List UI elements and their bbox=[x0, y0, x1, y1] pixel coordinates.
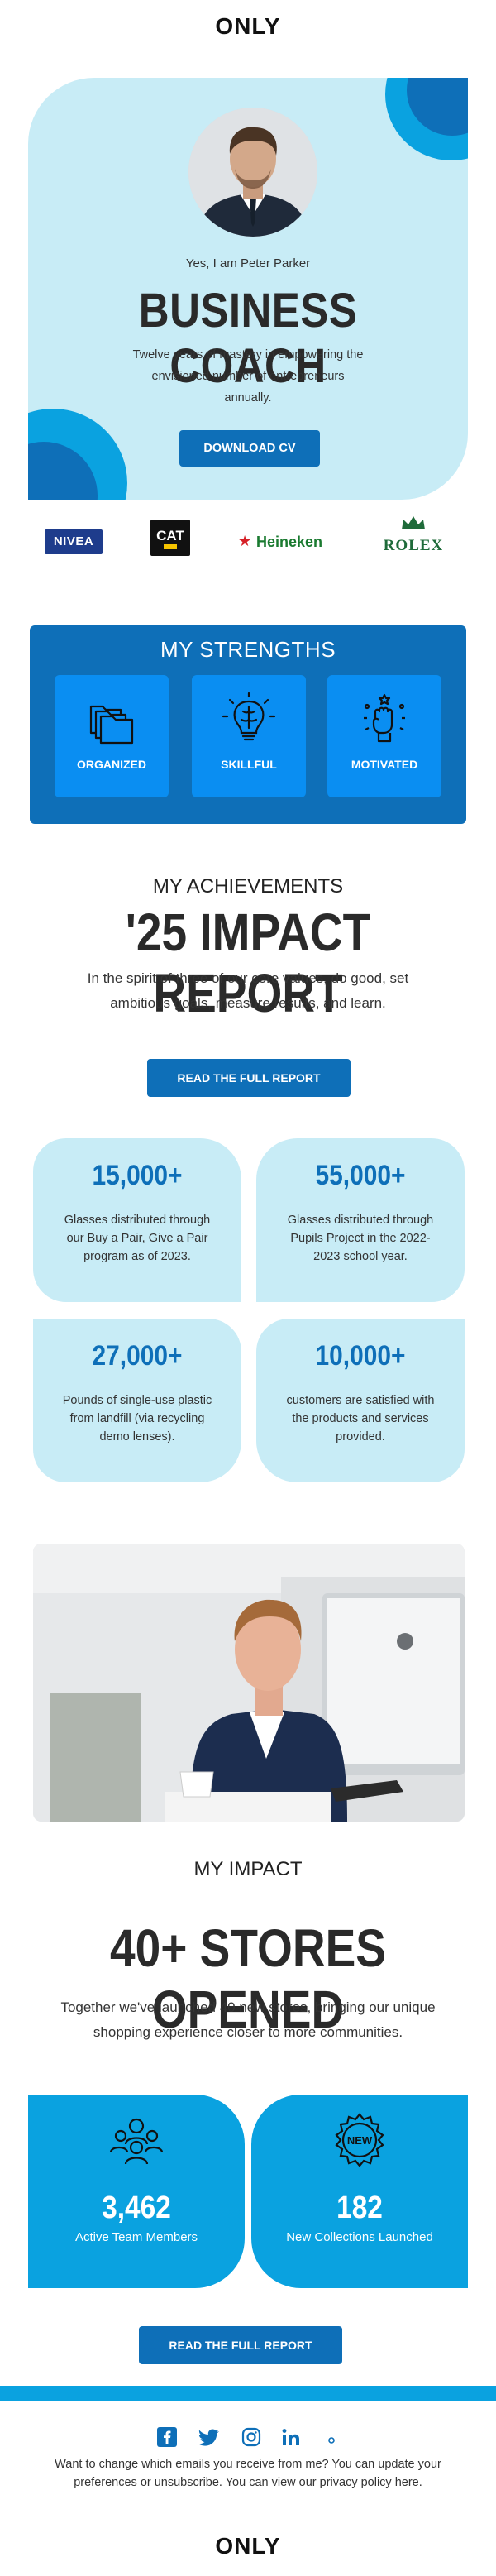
coach-desk-photo bbox=[33, 1544, 465, 1822]
strength-card-motivated: MOTIVATED bbox=[327, 675, 441, 797]
new-badge-icon: NEW bbox=[331, 2111, 389, 2169]
crown-icon bbox=[402, 516, 425, 529]
strength-card-organized: ORGANIZED bbox=[55, 675, 169, 797]
footer-preferences-text[interactable]: Want to change which emails you receive … bbox=[41, 2455, 455, 2492]
stat-card: 10,000+ customers are satisfied with the… bbox=[256, 1319, 465, 1482]
strength-label: SKILLFUL bbox=[221, 758, 277, 771]
rolex-logo: ROLEX bbox=[374, 515, 453, 558]
rolex-logo-text: ROLEX bbox=[383, 537, 444, 554]
cat-logo: CAT bbox=[150, 520, 190, 556]
stat-text: Pounds of single-use plastic from landfi… bbox=[62, 1394, 212, 1444]
download-cv-button[interactable]: DOWNLOAD CV bbox=[179, 430, 320, 467]
nivea-logo: NIVEA bbox=[45, 529, 103, 554]
read-report-button[interactable]: READ THE FULL REPORT bbox=[147, 1059, 351, 1097]
read-report-button-2[interactable]: READ THE FULL REPORT bbox=[139, 2326, 342, 2364]
stat-card: 15,000+ Glasses distributed through our … bbox=[33, 1138, 241, 1302]
stat-card: 27,000+ Pounds of single-use plastic fro… bbox=[33, 1319, 241, 1482]
stat-card: 55,000+ Glasses distributed through Pupi… bbox=[256, 1138, 465, 1302]
hero-intro: Yes, I am Peter Parker bbox=[185, 256, 311, 271]
impact-value: 182 bbox=[336, 2191, 383, 2225]
stat-value: 27,000+ bbox=[92, 1340, 183, 1372]
impact-subheading: MY IMPACT bbox=[193, 1858, 303, 1880]
strength-label: MOTIVATED bbox=[351, 758, 418, 771]
brand-logo-bottom[interactable]: ONLY bbox=[0, 2533, 496, 2559]
stat-text: Glasses distributed through our Buy a Pa… bbox=[64, 1214, 211, 1263]
strength-label: ORGANIZED bbox=[77, 758, 146, 771]
stat-text: customers are satisfied with the product… bbox=[286, 1394, 435, 1444]
star-icon: ★ bbox=[238, 533, 252, 549]
cat-logo-triangle bbox=[164, 544, 177, 549]
facebook-icon[interactable] bbox=[157, 2427, 177, 2450]
strength-card-skillful: SKILLFUL bbox=[192, 675, 306, 797]
hero-description: Twelve years of mastery in empowering th… bbox=[132, 348, 364, 405]
heineken-logo: ★ Heineken bbox=[238, 531, 341, 556]
nivea-logo-text: NIVEA bbox=[53, 534, 94, 548]
impact-description: Together we've launched 40 new stores, b… bbox=[60, 1999, 436, 2040]
stat-value: 10,000+ bbox=[315, 1340, 406, 1372]
impact-card-team: 3,462 Active Team Members bbox=[28, 2095, 245, 2288]
heineken-logo-text: Heineken bbox=[256, 534, 323, 550]
dot-icon[interactable] bbox=[327, 2434, 336, 2457]
stat-value: 55,000+ bbox=[315, 1160, 406, 1191]
lightbulb-brain-icon bbox=[220, 690, 278, 748]
impact-label: Active Team Members bbox=[74, 2230, 198, 2244]
twitter-icon[interactable] bbox=[198, 2427, 220, 2450]
impact-label: New Collections Launched bbox=[286, 2230, 433, 2244]
stat-text: Glasses distributed through Pupils Proje… bbox=[287, 1214, 434, 1263]
impact-value: 3,462 bbox=[102, 2191, 171, 2225]
brand-logo-top[interactable]: ONLY bbox=[0, 13, 496, 40]
linkedin-icon[interactable] bbox=[281, 2427, 301, 2450]
footer-band bbox=[0, 2386, 496, 2401]
achievements-subheading: MY ACHIEVEMENTS bbox=[152, 875, 344, 898]
coach-avatar bbox=[188, 108, 317, 237]
partner-logos: NIVEA CAT ★ Heineken ROLEX bbox=[0, 513, 496, 579]
stat-value: 15,000+ bbox=[92, 1160, 183, 1191]
raised-fist-icon bbox=[355, 690, 413, 748]
new-badge-text: NEW bbox=[347, 2134, 373, 2147]
strengths-heading: MY STRENGTHS bbox=[160, 637, 336, 662]
achievements-description: In the spirit of three of our core value… bbox=[87, 970, 409, 1011]
instagram-icon[interactable] bbox=[241, 2427, 261, 2450]
folders-icon bbox=[83, 690, 141, 748]
hero-section: Yes, I am Peter Parker BUSINESS COACH Tw… bbox=[28, 78, 468, 500]
email-page: ONLY Yes, I am Peter Parker BUSINESS COA… bbox=[0, 0, 496, 2576]
impact-card-collections: NEW 182 New Collections Launched bbox=[251, 2095, 468, 2288]
strengths-section: MY STRENGTHS ORGANIZED SKILLFUL MOTIVATE… bbox=[30, 625, 466, 824]
team-icon bbox=[107, 2111, 165, 2169]
